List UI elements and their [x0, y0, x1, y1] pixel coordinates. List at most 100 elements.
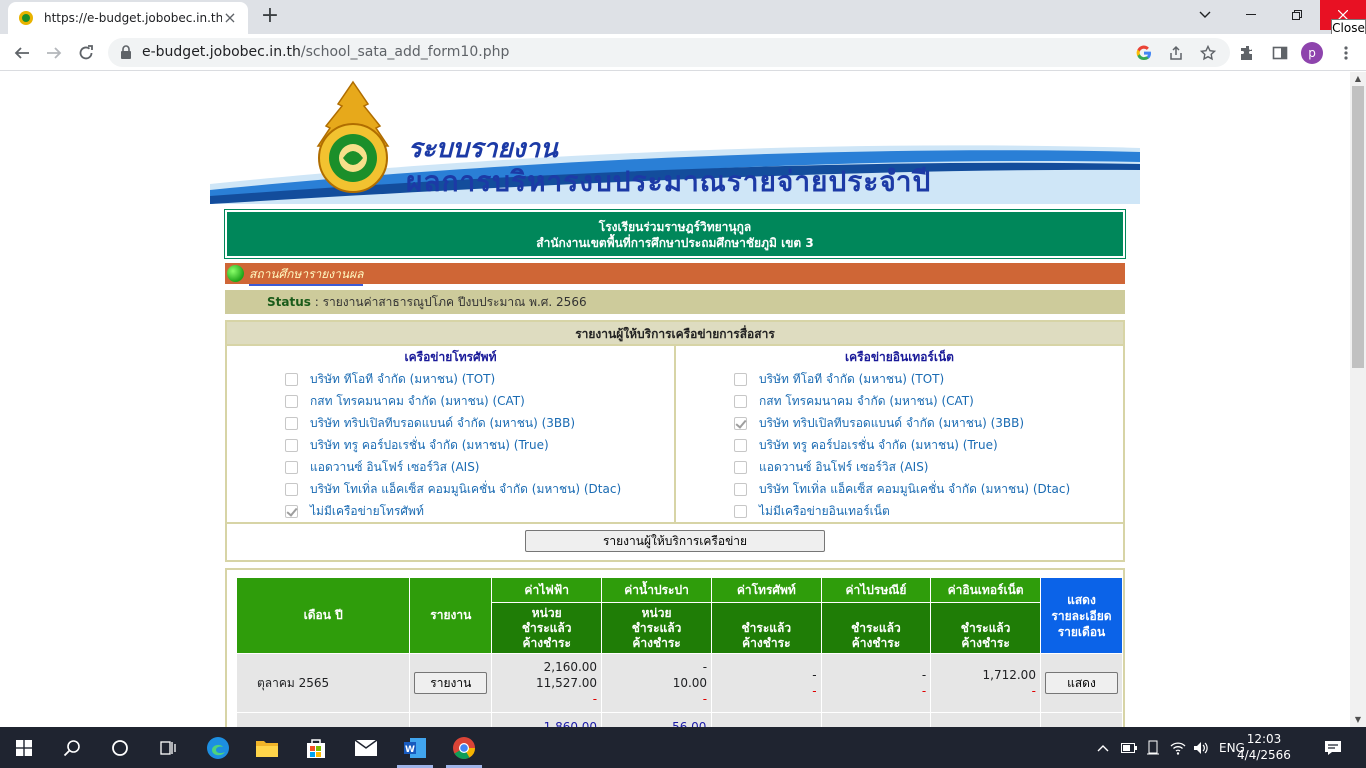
internet-checkbox[interactable]: [734, 504, 747, 518]
row-internet: 1,712.00-: [931, 654, 1040, 712]
internet-checkbox[interactable]: [734, 460, 747, 474]
extensions-icon[interactable]: [1236, 41, 1260, 65]
tab-close-icon[interactable]: ×: [222, 10, 238, 26]
edge-icon[interactable]: [194, 727, 242, 768]
scroll-thumb[interactable]: [1352, 86, 1364, 368]
show-hidden-icons-icon[interactable]: [1097, 727, 1109, 768]
lock-icon[interactable]: [120, 45, 132, 59]
phone-checkbox[interactable]: [285, 482, 298, 496]
internet-checkbox[interactable]: [734, 416, 747, 430]
address-bar[interactable]: e-budget.jobobec.in.th/school_sata_add_f…: [108, 38, 1230, 67]
phone-checkbox[interactable]: [285, 416, 298, 430]
electric-subheader: หน่วย ชำระแล้ว ค้างชำระ: [492, 603, 602, 653]
back-button[interactable]: [8, 39, 36, 67]
reload-button[interactable]: [72, 39, 100, 67]
forward-button[interactable]: [40, 39, 68, 67]
row-water: -10.00-: [602, 654, 712, 712]
col-post: ค่าไปรษณีย์: [821, 578, 931, 602]
phone-option[interactable]: ไม่มีเครือข่ายโทรศัพท์: [227, 500, 674, 522]
share-icon[interactable]: [1166, 43, 1186, 63]
scroll-down-arrow-icon[interactable]: ▼: [1354, 716, 1362, 724]
side-panel-icon[interactable]: [1268, 41, 1292, 65]
task-view-icon[interactable]: [144, 727, 192, 768]
battery-icon[interactable]: [1121, 727, 1137, 768]
internet-option-label: บริษัท ทีโอที จำกัด (มหาชน) (TOT): [759, 371, 945, 386]
volume-icon[interactable]: [1193, 727, 1209, 768]
row-show-button[interactable]: แสดง: [1044, 672, 1118, 694]
profile-avatar[interactable]: p: [1301, 42, 1323, 64]
internet-option[interactable]: บริษัท ทีโอที จำกัด (มหาชน) (TOT): [676, 368, 1123, 390]
cortana-icon[interactable]: [96, 727, 144, 768]
school-name: โรงเรียนร่วมราษฎร์วิทยานุกูล: [598, 220, 752, 234]
phone-option[interactable]: บริษัท ทีโอที จำกัด (มหาชน) (TOT): [227, 368, 674, 390]
system-clock[interactable]: 12:03 4/4/2566: [1236, 731, 1292, 763]
internet-checkbox[interactable]: [734, 438, 747, 452]
clock-date: 4/4/2566: [1237, 748, 1291, 762]
menu-kebab-icon[interactable]: [1334, 41, 1358, 65]
tab-search-icon[interactable]: [1182, 0, 1228, 30]
minimize-button[interactable]: [1228, 0, 1274, 30]
internet-option[interactable]: บริษัท โทเทิ่ล แอ็คเซ็ส คอมมูนิเคชั่น จำ…: [676, 478, 1123, 500]
page-scrollbar[interactable]: ▲ ▼: [1350, 72, 1366, 727]
internet-checkbox[interactable]: [734, 394, 747, 408]
tab-strip: https://e-budget.jobobec.in.th/sc × + Cl…: [0, 0, 1366, 37]
phone-option[interactable]: บริษัท ทรู คอร์ปอเรชั่น จำกัด (มหาชน) (T…: [227, 434, 674, 456]
table-row: 1,860.00 56.00: [237, 713, 1122, 727]
status-key: Status: [267, 295, 311, 309]
internet-option-label: บริษัท ทรู คอร์ปอเรชั่น จำกัด (มหาชน) (T…: [759, 437, 998, 452]
search-icon[interactable]: [48, 727, 96, 768]
phone-option[interactable]: กสท โทรคมนาคม จำกัด (มหาชน) (CAT): [227, 390, 674, 412]
row-report-button[interactable]: รายงาน: [414, 672, 488, 694]
scroll-up-arrow-icon[interactable]: ▲: [1354, 75, 1362, 83]
word-icon[interactable]: W: [391, 727, 439, 768]
bookmark-star-icon[interactable]: [1198, 43, 1218, 63]
internet-option[interactable]: บริษัท ทรู คอร์ปอเรชั่น จำกัด (มหาชน) (T…: [676, 434, 1123, 456]
device-icon[interactable]: [1146, 727, 1160, 768]
tab-title: https://e-budget.jobobec.in.th/sc: [44, 11, 222, 25]
phone-checkbox[interactable]: [285, 438, 298, 452]
google-icon[interactable]: [1134, 43, 1154, 63]
report-network-button[interactable]: รายงานผู้ให้บริการเครือข่าย: [525, 530, 825, 552]
phone-checkbox[interactable]: [285, 504, 298, 518]
phone-checkbox[interactable]: [285, 394, 298, 408]
internet-option-label: แอดวานซ์ อินโฟร์ เซอร์วิส (AIS): [759, 459, 929, 474]
phone-option-label: บริษัท โทเทิ่ล แอ็คเซ็ส คอมมูนิเคชั่น จำ…: [310, 481, 622, 496]
phone-checkbox[interactable]: [285, 460, 298, 474]
phone-option[interactable]: บริษัท ทริปเปิลทีบรอดแบนด์ จำกัด (มหาชน)…: [227, 412, 674, 434]
utility-cost-table: เดือน ปี รายงาน ค่าไฟฟ้า ค่าน้ำประปา ค่า…: [236, 577, 1123, 727]
internet-network-column: เครือข่ายอินเทอร์เน็ต บริษัท ทีโอที จำกั…: [674, 346, 1123, 522]
row-electric: 1,860.00: [492, 713, 602, 727]
store-icon[interactable]: [292, 727, 340, 768]
mail-icon[interactable]: [342, 727, 390, 768]
internet-checkbox[interactable]: [734, 482, 747, 496]
internet-option-label: ไม่มีเครือข่ายอินเทอร์เน็ต: [759, 503, 890, 518]
file-explorer-icon[interactable]: [243, 727, 291, 768]
url-text[interactable]: e-budget.jobobec.in.th/school_sata_add_f…: [142, 44, 509, 60]
notification-center-icon[interactable]: [1324, 727, 1342, 768]
col-phone: ค่าโทรศัพท์: [712, 578, 821, 602]
chrome-icon[interactable]: [440, 727, 488, 768]
windows-start-icon[interactable]: [0, 727, 48, 768]
browser-tab[interactable]: https://e-budget.jobobec.in.th/sc ×: [8, 2, 248, 34]
phone-option[interactable]: แอดวานซ์ อินโฟร์ เซอร์วิส (AIS): [227, 456, 674, 478]
internet-option-label: บริษัท โทเทิ่ล แอ็คเซ็ส คอมมูนิเคชั่น จำ…: [759, 481, 1071, 496]
internet-option[interactable]: แอดวานซ์ อินโฟร์ เซอร์วิส (AIS): [676, 456, 1123, 478]
internet-checkbox[interactable]: [734, 372, 747, 386]
section-bar: สถานศึกษารายงานผล: [225, 263, 1125, 286]
internet-option[interactable]: กสท โทรคมนาคม จำกัด (มหาชน) (CAT): [676, 390, 1123, 412]
school-header: โรงเรียนร่วมราษฎร์วิทยานุกูล สำนักงานเขต…: [224, 209, 1126, 259]
green-bullet-icon: [227, 265, 244, 282]
restore-button[interactable]: [1274, 0, 1320, 30]
phone-option[interactable]: บริษัท โทเทิ่ล แอ็คเซ็ส คอมมูนิเคชั่น จำ…: [227, 478, 674, 500]
row-month: ตุลาคม 2565: [237, 654, 410, 712]
status-text: : รายงานค่าสาธารณูปโภค ปีงบประมาณ พ.ศ. 2…: [310, 295, 587, 309]
col-month: เดือน ปี: [237, 578, 410, 653]
windows-taskbar: W ENG 12:03 4/4/2566: [0, 727, 1366, 768]
internet-option[interactable]: บริษัท ทริปเปิลทีบรอดแบนด์ จำกัด (มหาชน)…: [676, 412, 1123, 434]
header-banner: ระบบรายงาน ผลการบริหารงบประมาณรายจ่ายประ…: [210, 78, 1140, 206]
internet-option[interactable]: ไม่มีเครือข่ายอินเทอร์เน็ต: [676, 500, 1123, 522]
wifi-icon[interactable]: [1170, 727, 1186, 768]
network-panel-title: รายงานผู้ให้บริการเครือข่ายการสื่อสาร: [227, 322, 1123, 346]
new-tab-button[interactable]: +: [258, 5, 282, 29]
phone-checkbox[interactable]: [285, 372, 298, 386]
